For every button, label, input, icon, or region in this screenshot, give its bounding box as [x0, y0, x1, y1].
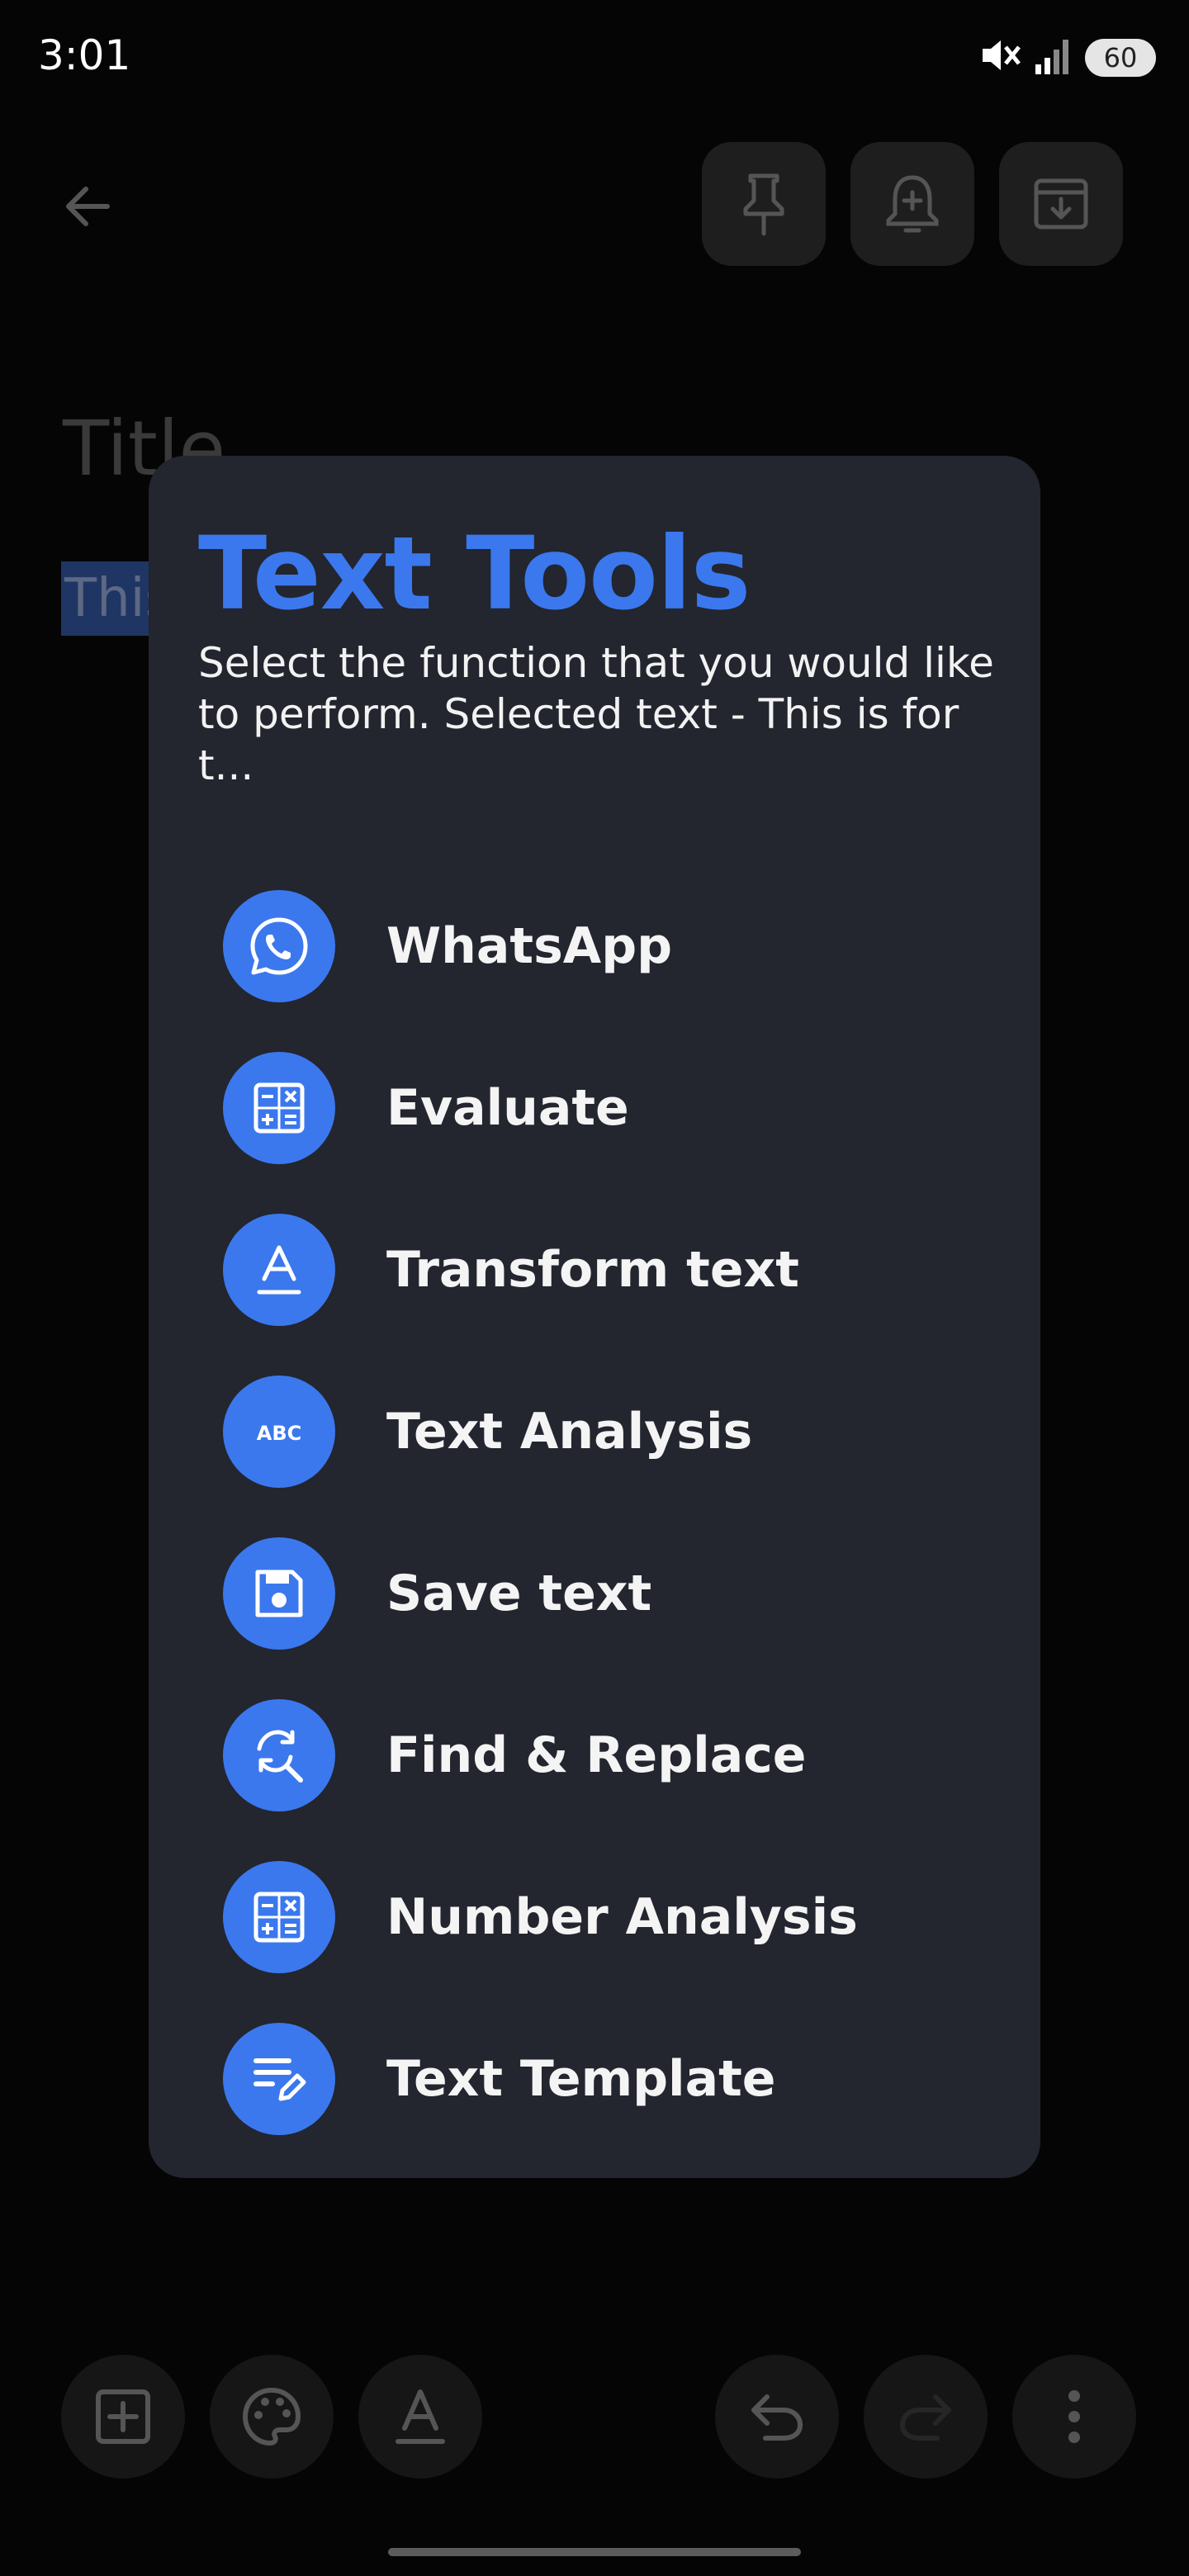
- tool-item-text-analysis[interactable]: ABC Text Analysis: [223, 1351, 1016, 1513]
- text-format-icon: [396, 2389, 445, 2444]
- tool-item-evaluate[interactable]: Evaluate: [223, 1027, 1016, 1189]
- text-tools-dialog: Text Tools Select the function that you …: [149, 456, 1040, 2178]
- add-box-icon: [96, 2389, 150, 2444]
- undo-icon: [751, 2394, 803, 2441]
- bottom-toolbar-left: [61, 2355, 482, 2479]
- palette-button[interactable]: [210, 2355, 334, 2479]
- arrow-back-icon: [66, 187, 110, 226]
- add-reminder-icon: [886, 175, 939, 233]
- tool-list: WhatsApp Evaluate Transform text ABC Tex…: [223, 865, 1016, 2160]
- battery-icon: 60: [1085, 38, 1156, 77]
- svg-text:ABC: ABC: [257, 1422, 301, 1445]
- calculator-icon: [223, 1052, 335, 1164]
- edit-note-icon: [223, 2023, 335, 2135]
- text-format-icon: [223, 1214, 335, 1326]
- archive-button[interactable]: [999, 142, 1123, 266]
- abc-icon: ABC: [223, 1376, 335, 1488]
- undo-button[interactable]: [715, 2355, 839, 2479]
- tool-label: Text Analysis: [386, 1403, 753, 1461]
- tool-label: Transform text: [386, 1241, 799, 1299]
- archive-icon: [1034, 178, 1088, 230]
- find-replace-icon: [223, 1699, 335, 1811]
- reminder-button[interactable]: [850, 142, 974, 266]
- dialog-title: Text Tools: [198, 515, 751, 632]
- signal-icon: [1034, 35, 1073, 80]
- tool-item-find-replace[interactable]: Find & Replace: [223, 1674, 1016, 1836]
- tool-label: Save text: [386, 1565, 652, 1622]
- redo-button[interactable]: [864, 2355, 988, 2479]
- save-icon: [223, 1537, 335, 1650]
- status-icons: 60: [979, 35, 1156, 80]
- header-actions: [702, 142, 1123, 266]
- tool-label: WhatsApp: [386, 917, 673, 975]
- back-button[interactable]: [50, 169, 124, 244]
- redo-icon: [899, 2394, 951, 2441]
- tool-label: Find & Replace: [386, 1726, 807, 1784]
- pin-icon: [743, 173, 784, 236]
- tool-label: Text Template: [386, 2050, 776, 2108]
- tool-item-transform-text[interactable]: Transform text: [223, 1189, 1016, 1351]
- tool-label: Number Analysis: [386, 1888, 858, 1946]
- dialog-subtitle: Select the function that you would like …: [198, 639, 994, 789]
- more-options-button[interactable]: [1012, 2355, 1136, 2479]
- bottom-toolbar-right: [715, 2355, 1136, 2479]
- text-format-button[interactable]: [358, 2355, 482, 2479]
- tool-item-number-analysis[interactable]: Number Analysis: [223, 1836, 1016, 1998]
- home-indicator[interactable]: [388, 2548, 801, 2556]
- calculator-icon: [223, 1861, 335, 1973]
- tool-item-whatsapp[interactable]: WhatsApp: [223, 865, 1016, 1027]
- status-bar: 3:01 60: [0, 0, 1189, 107]
- mute-icon: [979, 36, 1022, 79]
- pin-button[interactable]: [702, 142, 826, 266]
- tool-item-save-text[interactable]: Save text: [223, 1513, 1016, 1674]
- more-vert-icon: [1068, 2390, 1080, 2443]
- whatsapp-icon: [223, 890, 335, 1002]
- battery-level: 60: [1103, 41, 1138, 73]
- status-time: 3:01: [38, 31, 131, 79]
- tool-item-text-template[interactable]: Text Template: [223, 1998, 1016, 2160]
- palette-icon: [242, 2387, 301, 2446]
- add-content-button[interactable]: [61, 2355, 185, 2479]
- tool-label: Evaluate: [386, 1079, 629, 1137]
